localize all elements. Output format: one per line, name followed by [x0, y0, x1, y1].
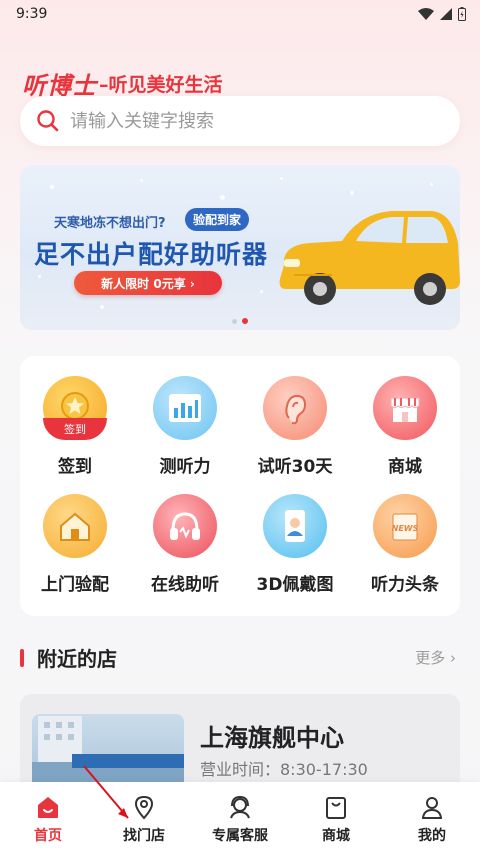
- nearby-section-header: 附近的店 更多 ›: [20, 643, 460, 673]
- brand-slogan: –听见美好生活: [99, 74, 223, 96]
- tab-find-store[interactable]: 找门店: [96, 782, 192, 852]
- status-time: 9:39: [16, 6, 48, 22]
- tab-label: 我的: [418, 828, 446, 844]
- feature-label: 上门验配: [41, 575, 109, 595]
- feature-home-visit[interactable]: 上门验配: [20, 494, 130, 614]
- banner-pagination: [232, 318, 248, 324]
- 3d-fitting-phone-icon: [263, 494, 327, 558]
- search-bar[interactable]: [20, 96, 460, 146]
- feature-online-aid[interactable]: 在线助听: [130, 494, 240, 614]
- search-input[interactable]: [70, 110, 410, 132]
- shop-icon: [373, 376, 437, 440]
- search-icon: [37, 110, 59, 132]
- feature-shop[interactable]: 商城: [350, 376, 460, 496]
- feature-label: 商城: [388, 457, 422, 477]
- tab-shop[interactable]: 商城: [288, 782, 384, 852]
- ear-icon: [263, 376, 327, 440]
- feature-hearing-test[interactable]: 测听力: [130, 376, 240, 496]
- banner-tag: 验配到家: [185, 208, 250, 231]
- tab-home[interactable]: 首页: [0, 782, 96, 852]
- banner-cta-button[interactable]: 新人限时 0元享 ›: [74, 271, 222, 295]
- more-link[interactable]: 更多 ›: [415, 647, 456, 668]
- feature-label: 测听力: [159, 457, 211, 477]
- tab-profile[interactable]: 我的: [384, 782, 480, 852]
- tab-label: 专属客服: [212, 828, 268, 844]
- banner-dot-active[interactable]: [242, 318, 248, 324]
- wifi-icon: [418, 8, 434, 20]
- feature-label: 3D佩戴图: [256, 575, 334, 595]
- user-icon: [421, 797, 443, 819]
- svg-text:NEWS: NEWS: [392, 524, 419, 533]
- feature-news[interactable]: NEWS 听力头条: [350, 494, 460, 614]
- banner-dot[interactable]: [232, 318, 237, 324]
- feature-3d-fitting[interactable]: 3D佩戴图: [240, 494, 350, 614]
- battery-icon: [458, 7, 466, 21]
- location-pin-icon: [134, 795, 154, 820]
- feature-checkin[interactable]: 签到 签到: [20, 376, 130, 496]
- bottom-tab-bar: 首页 找门店 专属客服 商城 我的: [0, 782, 480, 852]
- store-card[interactable]: 上海旗舰中心 营业时间：8:30-17:30: [20, 694, 460, 794]
- feature-label: 试听30天: [257, 457, 333, 477]
- status-bar: 9:39: [0, 0, 480, 28]
- tab-customer-service[interactable]: 专属客服: [192, 782, 288, 852]
- customer-service-icon: [230, 795, 250, 819]
- feature-label: 听力头条: [371, 575, 439, 595]
- home-icon: [38, 797, 58, 818]
- checkin-badge: 签到: [43, 418, 107, 440]
- section-title: 附近的店: [37, 647, 117, 671]
- promo-banner[interactable]: 天寒地冻不想出门? 验配到家 足不出户配好助听器 新人限时 0元享 ›: [20, 165, 460, 330]
- news-icon: NEWS: [373, 494, 437, 558]
- shopping-bag-icon: [326, 797, 346, 819]
- banner-subtitle: 天寒地冻不想出门?: [54, 216, 166, 231]
- home-visit-icon: [43, 494, 107, 558]
- section-accent-bar: [20, 649, 24, 667]
- feature-label: 签到: [58, 457, 92, 477]
- feature-label: 在线助听: [151, 575, 219, 595]
- hearing-test-chart-icon: [153, 376, 217, 440]
- tab-label: 首页: [34, 828, 62, 844]
- checkin-medal-icon: 签到: [43, 376, 107, 440]
- car-illustration: [279, 211, 460, 305]
- headphones-icon: [153, 494, 217, 558]
- banner-title: 足不出户配好助听器: [34, 240, 269, 269]
- store-name: 上海旗舰中心: [200, 724, 344, 752]
- tab-label: 找门店: [123, 828, 165, 844]
- feature-grid: 签到 签到 测听力 试听30天 商城 上门验配 在线助听 3D佩戴图 NEWS …: [20, 356, 460, 616]
- signal-icon: [440, 8, 452, 20]
- feature-trial[interactable]: 试听30天: [240, 376, 350, 496]
- store-hours: 营业时间：8:30-17:30: [200, 760, 368, 779]
- status-icons: [418, 7, 466, 21]
- tab-label: 商城: [322, 828, 350, 844]
